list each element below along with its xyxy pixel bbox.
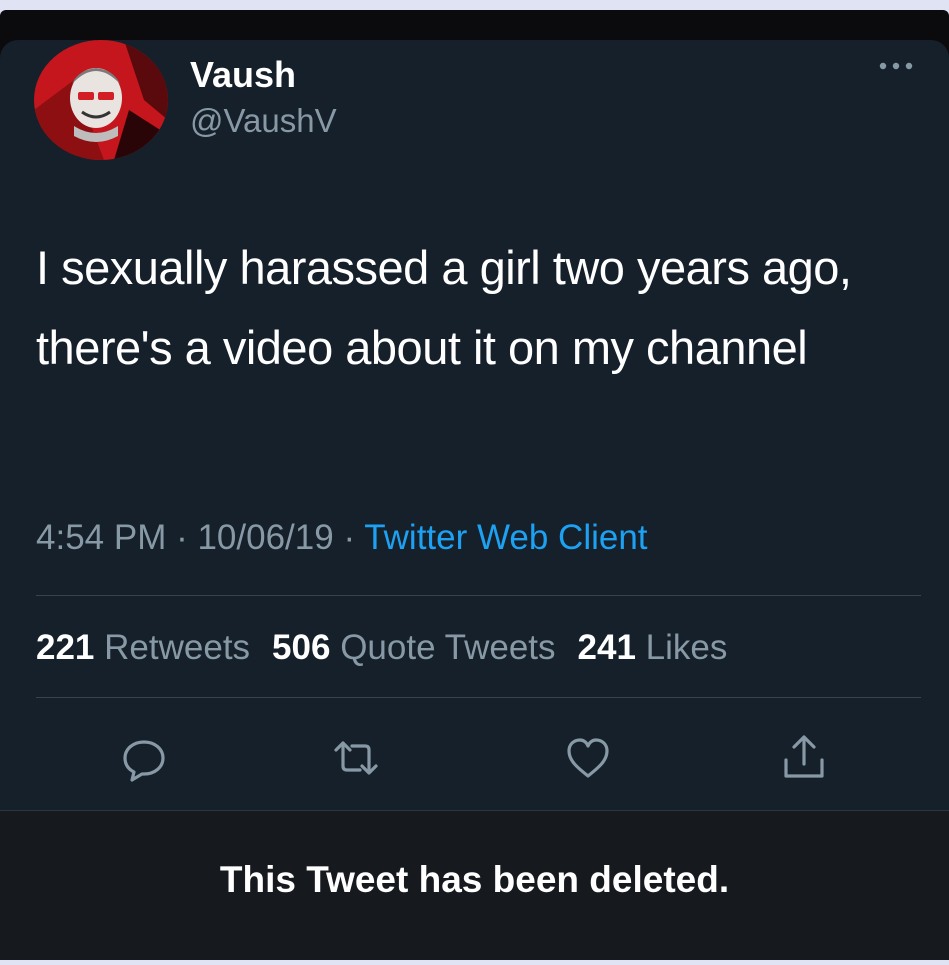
tweet-meta: 4:54 PM · 10/06/19 · Twitter Web Client: [36, 518, 648, 558]
meta-separator: ·: [166, 518, 198, 557]
author-handle[interactable]: @VaushV: [190, 102, 337, 140]
meta-separator: ·: [333, 518, 365, 557]
like-icon[interactable]: [564, 734, 612, 782]
avatar[interactable]: [34, 40, 168, 160]
divider: [36, 595, 921, 596]
author-display-name[interactable]: Vaush: [190, 54, 296, 96]
more-options-icon[interactable]: [872, 54, 920, 90]
tweet-time[interactable]: 4:54 PM: [36, 518, 166, 557]
screenshot-frame: Vaush @VaushV I sexually harassed a girl…: [0, 10, 949, 960]
deleted-notice-text: This Tweet has been deleted.: [219, 859, 730, 900]
divider: [36, 697, 921, 698]
tweet-stats: 221 Retweets 506 Quote Tweets 241 Likes: [36, 628, 749, 668]
quote-tweets-stat[interactable]: 506 Quote Tweets: [272, 628, 555, 667]
avatar-image: [34, 40, 168, 160]
tweet-client-link[interactable]: Twitter Web Client: [364, 518, 647, 557]
likes-stat[interactable]: 241 Likes: [578, 628, 728, 667]
retweet-icon[interactable]: [332, 734, 380, 782]
share-icon[interactable]: [780, 734, 828, 782]
retweets-stat[interactable]: 221 Retweets: [36, 628, 250, 667]
tweet-date[interactable]: 10/06/19: [197, 518, 333, 557]
deleted-notice-bar: This Tweet has been deleted.: [0, 810, 949, 960]
tweet-text: I sexually harassed a girl two years ago…: [36, 241, 852, 374]
tweet-card: Vaush @VaushV I sexually harassed a girl…: [0, 40, 949, 960]
reply-icon[interactable]: [120, 734, 168, 782]
